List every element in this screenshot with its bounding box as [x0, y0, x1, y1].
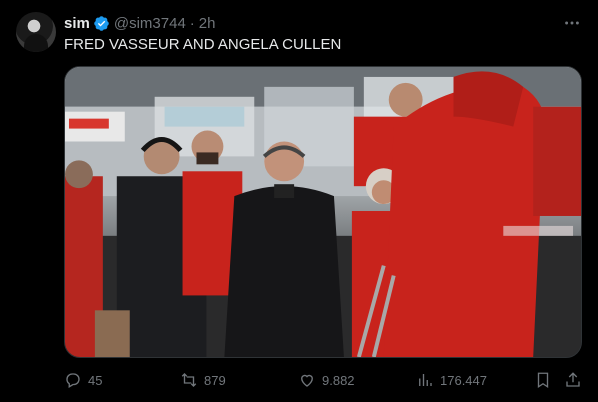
post-image[interactable] — [64, 66, 582, 358]
author-name[interactable]: sim — [64, 15, 90, 32]
like-button[interactable]: 9.882 — [298, 368, 355, 392]
repost-button[interactable]: 879 — [180, 368, 226, 392]
like-count: 9.882 — [322, 372, 355, 388]
views-chart-icon — [419, 374, 432, 386]
views-count: 176.447 — [440, 372, 487, 388]
post-actions: 45 879 9.882 176.447 — [64, 368, 582, 392]
bookmark-icon — [537, 372, 549, 389]
author-handle[interactable]: @sim3744 — [114, 15, 186, 32]
views-button[interactable]: 176.447 — [416, 368, 487, 392]
post-text: FRED VASSEUR AND ANGELA CULLEN — [64, 36, 342, 53]
share-button[interactable] — [564, 368, 582, 392]
reply-button[interactable]: 45 — [64, 368, 102, 392]
reply-count: 45 — [88, 372, 103, 388]
reply-icon — [66, 373, 80, 388]
separator-dot: · — [189, 14, 195, 32]
bookmark-button[interactable] — [534, 368, 552, 392]
repost-icon — [181, 373, 197, 387]
avatar[interactable] — [16, 12, 56, 52]
share-icon — [566, 372, 580, 387]
photo-scene — [65, 67, 581, 357]
post-header: sim @sim3744 · 2h — [64, 13, 582, 33]
verified-badge-icon — [93, 15, 110, 32]
more-horizontal-icon[interactable] — [562, 13, 582, 33]
heart-icon — [301, 374, 313, 387]
post-time[interactable]: 2h — [199, 15, 216, 32]
repost-count: 879 — [204, 372, 226, 388]
